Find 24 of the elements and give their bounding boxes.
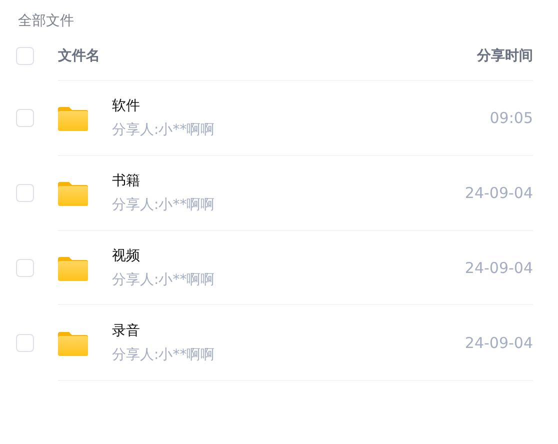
breadcrumb[interactable]: 全部文件 (18, 10, 533, 32)
folder-icon (58, 105, 88, 131)
checkbox[interactable] (16, 47, 34, 65)
folder-icon (58, 180, 88, 206)
checkbox[interactable] (16, 258, 34, 276)
file-name[interactable]: 录音 (112, 322, 215, 340)
checkbox[interactable] (16, 334, 34, 352)
file-name[interactable]: 视频 (112, 247, 215, 265)
share-time: 09:05 (490, 109, 533, 127)
share-time: 24-09-04 (464, 259, 533, 277)
file-name[interactable]: 书籍 (112, 172, 215, 190)
checkbox[interactable] (16, 184, 34, 202)
column-header: 文件名 (58, 47, 100, 65)
sharer-label: 分享人:小**啊啊 (112, 346, 215, 364)
folder-icon (58, 255, 88, 281)
column-header: 分享时间 (477, 47, 533, 65)
file-name[interactable]: 软件 (112, 97, 215, 115)
folder-icon (58, 330, 88, 356)
sharer-label: 分享人:小**啊啊 (112, 196, 215, 214)
sharer-label: 分享人:小**啊啊 (112, 271, 215, 289)
share-time: 24-09-04 (464, 184, 533, 202)
checkbox[interactable] (16, 108, 34, 126)
sharer-label: 分享人:小**啊啊 (112, 121, 215, 139)
share-time: 24-09-04 (464, 334, 533, 352)
